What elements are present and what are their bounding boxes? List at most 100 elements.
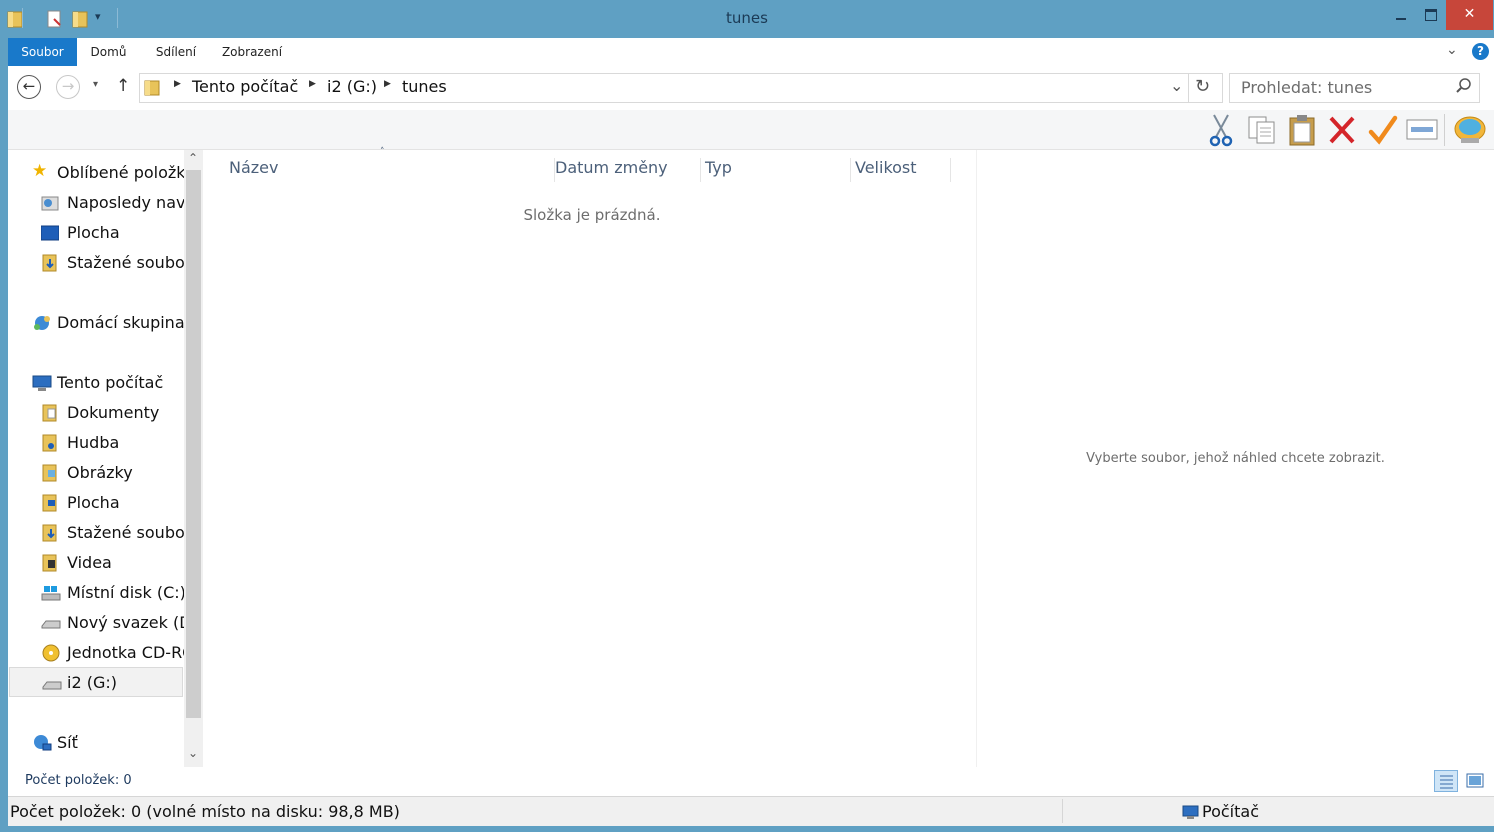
nav-label: Místní disk (C:) — [67, 583, 184, 602]
documents-folder-icon — [41, 404, 59, 422]
recent-places-icon — [41, 194, 59, 212]
nav-item-documents[interactable]: Dokumenty — [8, 397, 184, 427]
nav-item-desktop-pc[interactable]: Plocha — [8, 487, 184, 517]
nav-scrollbar[interactable]: ⌃ ⌄ — [184, 150, 203, 767]
delete-icon[interactable] — [1327, 114, 1357, 150]
breadcrumb-tento-pocitac[interactable]: Tento počítač — [192, 77, 298, 96]
nav-item-drive-g[interactable]: i2 (G:) — [9, 667, 183, 697]
nav-item-drive-d[interactable]: Nový svazek (D:) — [8, 607, 184, 637]
address-dropdown-icon[interactable]: ⌄ — [1170, 76, 1183, 95]
back-button[interactable]: ← — [17, 75, 41, 99]
nav-network[interactable]: Síť — [8, 727, 184, 757]
command-toolbar — [8, 110, 1494, 150]
pictures-folder-icon — [41, 464, 59, 482]
tab-domu[interactable]: Domů — [80, 38, 137, 66]
column-type[interactable]: Typ — [698, 158, 851, 182]
address-row: ← → ▾ ↑ ▶ Tento počítač ▶ i2 (G:) ▶ tune… — [8, 66, 1494, 110]
nav-item-videos[interactable]: Videa — [8, 547, 184, 577]
refresh-button[interactable]: ↻ — [1187, 73, 1223, 103]
nav-label: Nový svazek (D:) — [67, 613, 184, 632]
close-icon: ✕ — [1463, 6, 1476, 22]
navigation-pane: ★ Oblíbené položky Naposledy navštívené … — [8, 150, 204, 767]
refresh-icon: ↻ — [1195, 76, 1211, 97]
scrollbar-thumb[interactable] — [186, 170, 201, 718]
desktop-folder-icon — [41, 494, 59, 512]
rename-icon[interactable] — [1406, 118, 1438, 146]
expand-ribbon-icon[interactable]: ⌄ — [1446, 42, 1458, 58]
check-icon[interactable] — [1368, 114, 1398, 150]
nav-label: Plocha — [67, 493, 120, 512]
search-input[interactable]: Prohledat: tunes — [1241, 78, 1372, 97]
scroll-down-icon[interactable]: ⌄ — [188, 746, 198, 760]
tab-soubor[interactable]: Soubor — [8, 38, 77, 66]
nav-label: Videa — [67, 553, 112, 572]
nav-label: Oblíbené položky — [57, 163, 184, 182]
column-name[interactable]: Název — [222, 158, 555, 182]
help-icon[interactable]: ? — [1472, 43, 1489, 60]
zone-label: Počítač — [1202, 802, 1259, 821]
nav-item-drive-c[interactable]: Místní disk (C:) — [8, 577, 184, 607]
scroll-up-icon[interactable]: ⌃ — [188, 151, 198, 165]
disk-space-status: Počet položek: 0 (volné místo na disku: … — [10, 802, 400, 821]
shell-icon[interactable] — [1453, 114, 1487, 150]
column-date[interactable]: Datum změny — [548, 158, 701, 182]
recent-locations-icon[interactable]: ▾ — [93, 79, 98, 90]
nav-item-desktop[interactable]: Plocha — [8, 217, 184, 247]
breadcrumb-i2[interactable]: i2 (G:) — [327, 77, 377, 96]
network-icon — [32, 734, 52, 752]
videos-folder-icon — [41, 554, 59, 572]
system-drive-icon — [41, 584, 61, 602]
desktop-icon — [40, 224, 60, 242]
maximize-icon — [1425, 9, 1437, 21]
nav-label: Plocha — [67, 223, 120, 242]
nav-item-recent[interactable]: Naposledy navštívené — [8, 187, 184, 217]
details-view-button[interactable] — [1434, 770, 1458, 792]
large-icons-view-icon — [1466, 773, 1484, 788]
minimize-button[interactable] — [1386, 4, 1416, 30]
address-bar[interactable]: ▶ Tento počítač ▶ i2 (G:) ▶ tunes ⌄ — [139, 73, 1189, 103]
close-button[interactable]: ✕ — [1446, 0, 1493, 30]
star-icon: ★ — [32, 161, 48, 181]
large-icons-view-button[interactable] — [1466, 772, 1484, 794]
status-bar: Počet položek: 0 — [8, 767, 1494, 796]
nav-label: Hudba — [67, 433, 120, 452]
scissors-icon[interactable] — [1208, 113, 1234, 151]
nav-item-downloads[interactable]: Stažené soubory — [8, 247, 184, 277]
forward-button[interactable]: → — [56, 75, 80, 99]
nav-item-cdrom[interactable]: Jednotka CD-ROM — [8, 637, 184, 667]
chevron-right-icon[interactable]: ▶ — [309, 79, 316, 89]
sort-ascending-icon: ˄ — [380, 147, 385, 157]
minimize-icon — [1396, 18, 1406, 20]
folder-icon — [144, 79, 160, 101]
computer-icon — [1182, 804, 1200, 824]
homegroup-icon — [32, 314, 50, 332]
chevron-right-icon[interactable]: ▶ — [384, 79, 391, 89]
tab-zobrazeni[interactable]: Zobrazení — [216, 38, 288, 66]
copy-icon[interactable] — [1247, 115, 1277, 149]
nav-item-music[interactable]: Hudba — [8, 427, 184, 457]
preview-pane: Vyberte soubor, jehož náhled chcete zobr… — [977, 150, 1494, 767]
nav-favorites[interactable]: ★ Oblíbené položky — [8, 157, 184, 187]
search-icon[interactable] — [1456, 76, 1472, 100]
nav-item-pictures[interactable]: Obrázky — [8, 457, 184, 487]
drive-icon — [42, 675, 62, 693]
search-box[interactable]: Prohledat: tunes — [1229, 73, 1480, 103]
maximize-button[interactable] — [1416, 4, 1446, 30]
up-button[interactable]: ↑ — [116, 76, 130, 96]
details-status-bar: Počet položek: 0 (volné místo na disku: … — [8, 796, 1494, 826]
tab-sdileni[interactable]: Sdílení — [146, 38, 206, 66]
nav-label: Obrázky — [67, 463, 133, 482]
breadcrumb-tunes[interactable]: tunes — [402, 77, 447, 96]
empty-folder-message: Složka je prázdná. — [523, 206, 661, 224]
status-separator — [1062, 799, 1063, 823]
column-size[interactable]: Velikost — [848, 158, 951, 182]
nav-this-pc[interactable]: Tento počítač — [8, 367, 184, 397]
nav-label: Naposledy navštívené — [67, 193, 184, 212]
paste-icon[interactable] — [1288, 114, 1316, 150]
nav-homegroup[interactable]: Domácí skupina — [8, 307, 184, 337]
nav-label: i2 (G:) — [67, 673, 117, 692]
chevron-right-icon[interactable]: ▶ — [174, 79, 181, 89]
nav-label: Stažené soubory — [67, 253, 184, 272]
nav-item-downloads-pc[interactable]: Stažené soubory — [8, 517, 184, 547]
drive-icon — [41, 614, 61, 632]
